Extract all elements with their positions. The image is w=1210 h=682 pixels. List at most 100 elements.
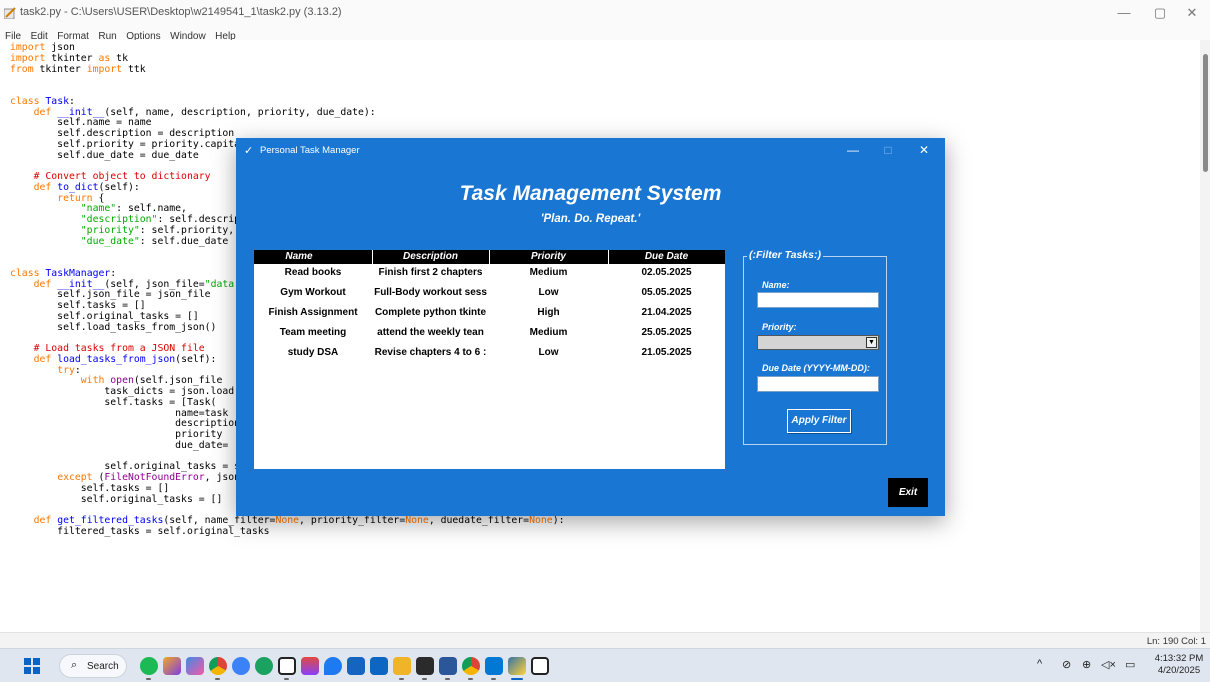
word-icon[interactable] xyxy=(439,657,457,675)
table-row[interactable]: Finish Assignment Complete python tkintе… xyxy=(254,306,725,326)
cell-name: Gym Workout xyxy=(280,287,346,298)
task-table[interactable]: Name Description Priority Due Date Read … xyxy=(254,250,725,469)
idle-window-title: task2.py - C:\Users\USER\Desktop\w214954… xyxy=(20,6,342,18)
tk-close-button[interactable]: ✕ xyxy=(914,142,934,158)
idle-app-icon xyxy=(4,7,16,19)
running-indicator xyxy=(399,678,404,680)
app-icon[interactable] xyxy=(370,657,388,675)
feather-icon: ✓ xyxy=(244,145,254,157)
photos-app-icon[interactable] xyxy=(163,657,181,675)
spotify-icon[interactable] xyxy=(140,657,158,675)
copilot-icon[interactable] xyxy=(186,657,204,675)
battery-icon[interactable]: ▭ xyxy=(1125,658,1135,671)
clock-date: 4/20/2025 xyxy=(1157,665,1201,676)
app-icon[interactable] xyxy=(324,657,342,675)
cell-due-date: 21.04.2025 xyxy=(641,307,692,318)
cell-due-date: 25.05.2025 xyxy=(641,327,692,338)
column-header-description[interactable]: Description xyxy=(372,251,489,262)
chrome-icon[interactable] xyxy=(209,657,227,675)
filter-name-input[interactable] xyxy=(757,292,879,308)
terminal-icon[interactable] xyxy=(416,657,434,675)
cell-priority: Medium xyxy=(529,327,568,338)
cell-due-date: 05.05.2025 xyxy=(641,287,692,298)
tk-titlebar[interactable]: ✓ Personal Task Manager — □ ✕ xyxy=(236,138,945,162)
network-icon[interactable]: ⊕ xyxy=(1082,658,1091,671)
column-header-name[interactable]: Name xyxy=(254,251,344,262)
chrome-icon[interactable] xyxy=(462,657,480,675)
cell-description: Full-Body workout sess xyxy=(374,287,487,298)
clock-time: 4:13:32 PM xyxy=(1154,653,1204,664)
python-idle-icon[interactable] xyxy=(508,657,526,675)
search-icon: ⌕ xyxy=(71,659,78,671)
filter-priority-select[interactable]: ▼ xyxy=(757,335,879,350)
cell-priority: Medium xyxy=(529,267,568,278)
vscode-icon[interactable] xyxy=(485,657,503,675)
taskbar-clock[interactable]: 4:13:32 PM 4/20/2025 xyxy=(1150,653,1208,677)
running-indicator xyxy=(468,678,473,680)
idle-menubar: File Edit Format Run Options Window Help xyxy=(0,26,1210,42)
notion-icon[interactable] xyxy=(278,657,296,675)
filter-due-date-input[interactable] xyxy=(757,376,879,392)
filter-panel: (:Filter Tasks:) Name: Priority: ▼ Due D… xyxy=(743,249,887,445)
column-header-priority[interactable]: Priority xyxy=(489,251,608,262)
apply-filter-button[interactable]: Apply Filter xyxy=(787,409,851,433)
taskbar-search[interactable]: ⌕ Search xyxy=(59,654,127,678)
running-indicator xyxy=(146,678,151,680)
cell-priority: High xyxy=(537,307,560,318)
cell-description: Complete python tkintе xyxy=(374,307,487,318)
taskbar-search-label: Search xyxy=(87,661,119,672)
idle-status-bar: Ln: 190 Col: 1 xyxy=(0,632,1210,648)
tk-maximize-button[interactable]: □ xyxy=(878,142,898,158)
cell-priority: Low xyxy=(538,347,559,358)
running-indicator xyxy=(445,678,450,680)
cell-name: study DSA xyxy=(287,347,339,358)
chevron-up-icon[interactable]: ^ xyxy=(1037,658,1042,670)
cell-due-date: 21.05.2025 xyxy=(641,347,692,358)
cell-description: Finish first 2 chapters xyxy=(378,267,483,278)
ai-assistant-icon[interactable] xyxy=(232,657,250,675)
tk-minimize-button[interactable]: — xyxy=(843,142,863,158)
app-tagline: 'Plan. Do. Repeat.' xyxy=(540,213,641,225)
cell-name: Team meeting xyxy=(279,327,347,338)
desktop-screen: task2.py - C:\Users\USER\Desktop\w214954… xyxy=(0,0,1210,682)
cell-name: Finish Assignment xyxy=(268,307,358,318)
windows-taskbar: ⌕ Search ^ ⊘ ⊕ ◁× ▭ 4:13:32 PM 4/20/2025 xyxy=(0,648,1210,682)
minimize-button[interactable]: — xyxy=(1114,5,1134,20)
task-manager-window: ✓ Personal Task Manager — □ ✕ Task Manag… xyxy=(236,138,945,516)
cell-due-date: 02.05.2025 xyxy=(641,267,692,278)
column-header-due-date[interactable]: Due Date xyxy=(608,251,725,262)
running-indicator xyxy=(284,678,289,680)
running-indicator xyxy=(422,678,427,680)
filter-panel-legend: (:Filter Tasks:) xyxy=(747,249,823,261)
table-row[interactable]: study DSA Revise chapters 4 to 6 : Low 2… xyxy=(254,346,725,366)
notion-icon[interactable] xyxy=(531,657,549,675)
cursor-position: Ln: 190 Col: 1 xyxy=(1146,636,1206,647)
running-indicator xyxy=(491,678,496,680)
exit-button[interactable]: Exit xyxy=(888,478,928,507)
filter-due-date-label: Due Date (YYYY-MM-DD): xyxy=(762,363,870,373)
table-row[interactable]: Gym Workout Full-Body workout sess Low 0… xyxy=(254,286,725,306)
cell-description: Revise chapters 4 to 6 : xyxy=(374,347,487,358)
app-icon[interactable] xyxy=(301,657,319,675)
windows-start-icon[interactable] xyxy=(24,658,40,674)
cell-priority: Low xyxy=(538,287,559,298)
file-explorer-icon[interactable] xyxy=(393,657,411,675)
active-indicator xyxy=(511,678,523,680)
wifi-off-icon[interactable]: ⊘ xyxy=(1062,658,1071,671)
restore-button[interactable]: ▢ xyxy=(1150,5,1170,21)
table-row[interactable]: Read books Finish first 2 chapters Mediu… xyxy=(254,266,725,286)
running-indicator xyxy=(215,678,220,680)
tk-window-title: Personal Task Manager xyxy=(260,145,360,156)
editor-scroll-thumb[interactable] xyxy=(1203,54,1208,172)
whatsapp-icon[interactable] xyxy=(255,657,273,675)
volume-icon[interactable]: ◁× xyxy=(1101,658,1116,671)
table-row[interactable]: Team meeting attend the weekly tean Medi… xyxy=(254,326,725,346)
filter-priority-label: Priority: xyxy=(762,322,797,332)
filter-name-label: Name: xyxy=(762,280,790,290)
idle-titlebar[interactable]: task2.py - C:\Users\USER\Desktop\w214954… xyxy=(0,0,1210,26)
cell-description: attend the weekly tean xyxy=(377,327,484,338)
table-header: Name Description Priority Due Date xyxy=(254,250,725,264)
chevron-down-icon[interactable]: ▼ xyxy=(866,337,877,348)
app-icon[interactable] xyxy=(347,657,365,675)
close-button[interactable]: ✕ xyxy=(1182,5,1202,21)
